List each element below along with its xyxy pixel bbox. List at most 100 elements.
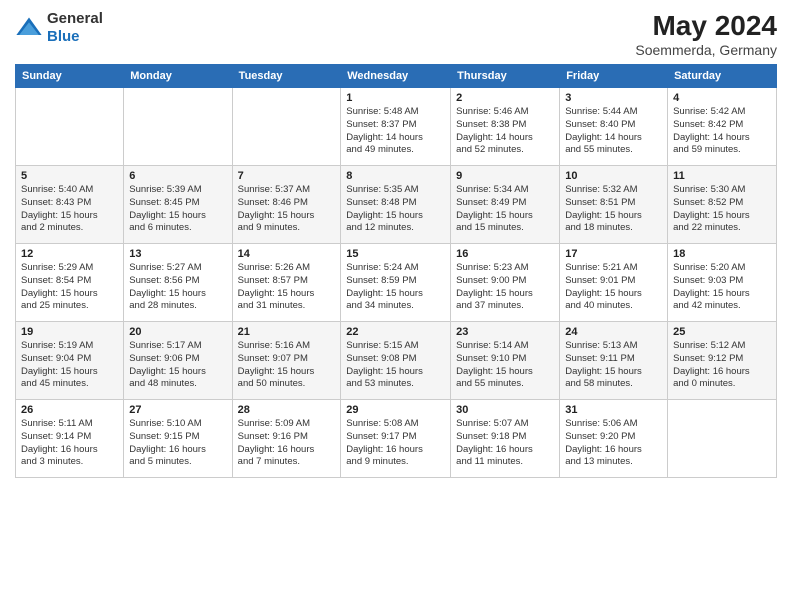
calendar-header: SundayMondayTuesdayWednesdayThursdayFrid… — [16, 65, 777, 88]
calendar-cell: 8Sunrise: 5:35 AMSunset: 8:48 PMDaylight… — [341, 166, 451, 244]
calendar-cell: 3Sunrise: 5:44 AMSunset: 8:40 PMDaylight… — [560, 88, 668, 166]
day-info: Sunrise: 5:13 AMSunset: 9:11 PMDaylight:… — [565, 340, 662, 391]
day-info-line: Sunset: 8:40 PM — [565, 119, 662, 132]
day-info-line: Sunset: 8:59 PM — [346, 275, 445, 288]
day-info-line: Sunrise: 5:07 AM — [456, 418, 554, 431]
day-info-line: Sunrise: 5:27 AM — [129, 262, 226, 275]
day-info: Sunrise: 5:07 AMSunset: 9:18 PMDaylight:… — [456, 418, 554, 469]
day-info-line: Daylight: 16 hours — [129, 444, 226, 457]
day-number: 24 — [565, 326, 662, 338]
day-info-line: Sunrise: 5:34 AM — [456, 184, 554, 197]
day-info-line: and 2 minutes. — [21, 222, 118, 235]
day-info-line: Sunrise: 5:10 AM — [129, 418, 226, 431]
weekday-sunday: Sunday — [16, 65, 124, 88]
day-info-line: and 42 minutes. — [673, 300, 771, 313]
day-info: Sunrise: 5:06 AMSunset: 9:20 PMDaylight:… — [565, 418, 662, 469]
week-row-5: 26Sunrise: 5:11 AMSunset: 9:14 PMDayligh… — [16, 400, 777, 478]
day-info-line: and 50 minutes. — [238, 378, 336, 391]
day-info-line: Daylight: 15 hours — [129, 288, 226, 301]
day-info-line: and 0 minutes. — [673, 378, 771, 391]
day-info-line: Sunrise: 5:39 AM — [129, 184, 226, 197]
day-info-line: Sunset: 9:17 PM — [346, 431, 445, 444]
day-number: 12 — [21, 248, 118, 260]
calendar-cell: 22Sunrise: 5:15 AMSunset: 9:08 PMDayligh… — [341, 322, 451, 400]
day-info-line: Sunset: 8:38 PM — [456, 119, 554, 132]
day-number: 19 — [21, 326, 118, 338]
day-info-line: Sunset: 8:57 PM — [238, 275, 336, 288]
day-number: 28 — [238, 404, 336, 416]
calendar-cell: 21Sunrise: 5:16 AMSunset: 9:07 PMDayligh… — [232, 322, 341, 400]
day-info-line: Sunset: 8:37 PM — [346, 119, 445, 132]
day-number: 29 — [346, 404, 445, 416]
day-info-line: and 58 minutes. — [565, 378, 662, 391]
day-info-line: Sunrise: 5:46 AM — [456, 106, 554, 119]
calendar-cell: 29 Sunrise: 5:08 AMSunset: 9:17 PMDayligh… — [341, 400, 451, 478]
calendar-cell: 20Sunrise: 5:17 AMSunset: 9:06 PMDayligh… — [124, 322, 232, 400]
day-info-line: Daylight: 15 hours — [456, 288, 554, 301]
calendar-cell — [16, 88, 124, 166]
day-info-line: Daylight: 16 hours — [238, 444, 336, 457]
calendar-cell — [232, 88, 341, 166]
day-info-line: Sunset: 9:01 PM — [565, 275, 662, 288]
day-info-line: and 40 minutes. — [565, 300, 662, 313]
day-info-line: Daylight: 15 hours — [456, 366, 554, 379]
day-info-line: Sunrise: 5:40 AM — [21, 184, 118, 197]
day-info-line: and 28 minutes. — [129, 300, 226, 313]
day-info-line: Sunrise: 5:35 AM — [346, 184, 445, 197]
day-info-line: Daylight: 15 hours — [21, 366, 118, 379]
day-info-line: Sunset: 9:00 PM — [456, 275, 554, 288]
day-info: Sunrise: 5:09 AMSunset: 9:16 PMDaylight:… — [238, 418, 336, 469]
logo-blue: Blue — [47, 28, 80, 45]
day-info-line: and 52 minutes. — [456, 144, 554, 157]
day-info: Sunrise: 5:21 AMSunset: 9:01 PMDaylight:… — [565, 262, 662, 313]
day-info-line: Daylight: 15 hours — [238, 366, 336, 379]
day-info-line: Sunrise: 5:32 AM — [565, 184, 662, 197]
day-info-line: Sunset: 9:16 PM — [238, 431, 336, 444]
day-info-line: Daylight: 15 hours — [21, 288, 118, 301]
day-info-line: Daylight: 15 hours — [346, 288, 445, 301]
day-info: Sunrise: 5:34 AMSunset: 8:49 PMDaylight:… — [456, 184, 554, 235]
day-info-line: Sunset: 8:46 PM — [238, 197, 336, 210]
day-info: Sunrise: 5:12 AMSunset: 9:12 PMDaylight:… — [673, 340, 771, 391]
day-info: Sunrise: 5:20 AMSunset: 9:03 PMDaylight:… — [673, 262, 771, 313]
calendar-cell: 13Sunrise: 5:27 AMSunset: 8:56 PMDayligh… — [124, 244, 232, 322]
day-info-line: Sunrise: 5:16 AM — [238, 340, 336, 353]
logo-icon — [15, 14, 43, 42]
calendar-table: SundayMondayTuesdayWednesdayThursdayFrid… — [15, 64, 777, 478]
day-info: Sunrise: 5:32 AMSunset: 8:51 PMDaylight:… — [565, 184, 662, 235]
day-info-line: Sunset: 9:14 PM — [21, 431, 118, 444]
day-info-line: Sunset: 8:52 PM — [673, 197, 771, 210]
day-info-line: Sunrise: 5:20 AM — [673, 262, 771, 275]
day-info-line: Sunrise: 5:13 AM — [565, 340, 662, 353]
calendar-cell: 19 Sunrise: 5:19 AMSunset: 9:04 PMDayligh… — [16, 322, 124, 400]
weekday-friday: Friday — [560, 65, 668, 88]
day-info-line: and 9 minutes. — [238, 222, 336, 235]
day-info-line: and 6 minutes. — [129, 222, 226, 235]
day-info-line: Sunset: 8:48 PM — [346, 197, 445, 210]
day-number: 9 — [456, 170, 554, 182]
day-info-line: Sunset: 9:06 PM — [129, 353, 226, 366]
weekday-saturday: Saturday — [668, 65, 777, 88]
day-info-line: and 48 minutes. — [129, 378, 226, 391]
day-info-line: and 45 minutes. — [21, 378, 118, 391]
day-info-line: Sunrise: 5:09 AM — [238, 418, 336, 431]
day-info-line: and 13 minutes. — [565, 456, 662, 469]
day-info-line: Daylight: 16 hours — [21, 444, 118, 457]
week-row-3: 12Sunrise: 5:29 AMSunset: 8:54 PMDayligh… — [16, 244, 777, 322]
day-info: Sunrise: 5:08 AMSunset: 9:17 PMDaylight:… — [346, 418, 445, 469]
day-info-line: Sunrise: 5:19 AM — [21, 340, 118, 353]
day-number: 10 — [565, 170, 662, 182]
weekday-wednesday: Wednesday — [341, 65, 451, 88]
calendar-cell: 25Sunrise: 5:12 AMSunset: 9:12 PMDayligh… — [668, 322, 777, 400]
calendar-body: 1Sunrise: 5:48 AMSunset: 8:37 PMDaylight… — [16, 88, 777, 478]
day-info-line: Daylight: 15 hours — [238, 288, 336, 301]
calendar-cell: 30Sunrise: 5:07 AMSunset: 9:18 PMDayligh… — [451, 400, 560, 478]
day-info: Sunrise: 5:48 AMSunset: 8:37 PMDaylight:… — [346, 106, 445, 157]
week-row-1: 1Sunrise: 5:48 AMSunset: 8:37 PMDaylight… — [16, 88, 777, 166]
day-info-line: Daylight: 14 hours — [673, 132, 771, 145]
day-number: 21 — [238, 326, 336, 338]
day-info-line: Sunset: 9:04 PM — [21, 353, 118, 366]
calendar-cell: 28 Sunrise: 5:09 AMSunset: 9:16 PMDayligh… — [232, 400, 341, 478]
calendar-cell: 31Sunrise: 5:06 AMSunset: 9:20 PMDayligh… — [560, 400, 668, 478]
weekday-thursday: Thursday — [451, 65, 560, 88]
